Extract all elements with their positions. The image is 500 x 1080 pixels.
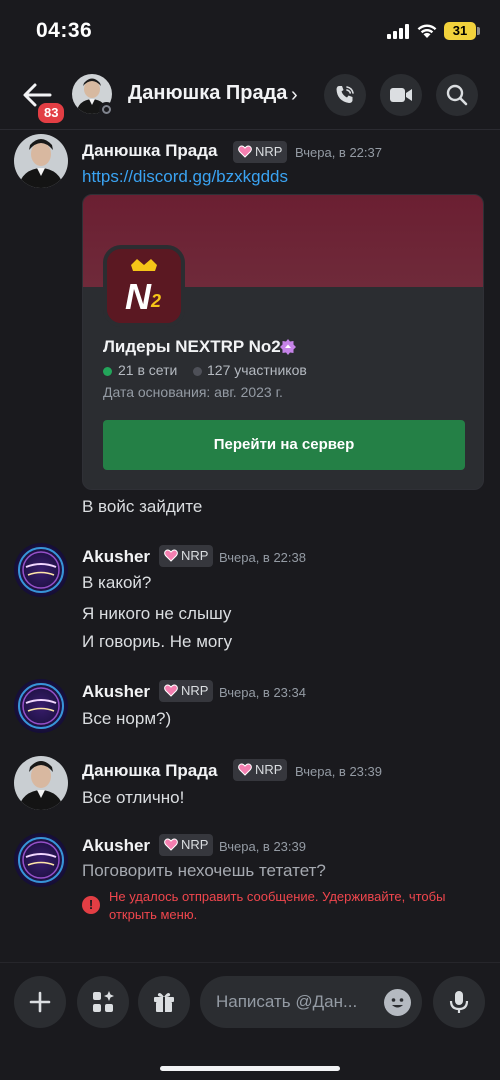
- voice-call-button[interactable]: [324, 74, 366, 116]
- tag-label: NRP: [181, 548, 209, 563]
- add-attachment-button[interactable]: [14, 976, 66, 1028]
- tag-label: NRP: [181, 683, 209, 698]
- dm-title[interactable]: Данюшка Прада: [128, 82, 287, 105]
- error-icon: !: [82, 896, 100, 914]
- founded-date: Дата основания: авг. 2023 г.: [103, 384, 283, 400]
- server-invite-card: N 2 Лидеры NEXTRP No2 21 в сети 127 учас…: [82, 194, 484, 490]
- message-author[interactable]: Akusher: [82, 836, 150, 856]
- message-input[interactable]: [216, 976, 366, 1028]
- search-icon: [446, 84, 468, 106]
- join-server-button[interactable]: Перейти на сервер: [103, 420, 465, 470]
- server-name: Лидеры NEXTRP No2: [103, 337, 281, 356]
- heart-icon: [164, 549, 178, 562]
- online-count: 21 в сети: [118, 362, 178, 378]
- home-indicator[interactable]: [160, 1066, 340, 1071]
- nrp-tag: NRP: [233, 759, 288, 781]
- message-author[interactable]: Данюшка Прада: [82, 141, 218, 161]
- chevron-right-icon[interactable]: ›: [291, 84, 298, 107]
- member-count: 127 участников: [207, 362, 307, 378]
- message-text: В какой?: [82, 573, 152, 592]
- user-avatar[interactable]: [14, 134, 68, 188]
- error-text: Не удалось отправить сообщение. Удержива…: [109, 889, 446, 922]
- tag-label: NRP: [255, 144, 283, 159]
- message-composer: [0, 962, 500, 1080]
- invite-link[interactable]: https://discord.gg/bzxkgdds: [82, 167, 288, 187]
- wifi-icon: [417, 24, 437, 38]
- user-avatar[interactable]: [14, 679, 68, 733]
- tag-label: NRP: [181, 837, 209, 852]
- user-avatar[interactable]: [14, 756, 68, 810]
- message-text: Я никого не слышу: [82, 604, 232, 623]
- smiley-icon: [391, 998, 404, 1008]
- signal-icon: [387, 24, 409, 39]
- message-timestamp: Вчера, в 23:34: [219, 685, 306, 700]
- battery-indicator: 31: [444, 22, 476, 40]
- verified-flower-icon: [280, 339, 296, 355]
- plus-icon: [29, 991, 51, 1013]
- message-input-container: [200, 976, 422, 1028]
- message-text: Все отлично!: [82, 788, 185, 807]
- message-author[interactable]: Данюшка Прада: [82, 761, 218, 781]
- nrp-tag: NRP: [233, 141, 288, 163]
- server-icon: N 2: [103, 245, 185, 327]
- gift-icon: [154, 993, 174, 1012]
- nrp-tag: NRP: [159, 834, 214, 856]
- heart-icon: [238, 145, 252, 158]
- apps-icon: [93, 991, 114, 1012]
- heart-icon: [238, 763, 252, 776]
- video-camera-icon: [390, 88, 412, 102]
- unread-badge: 83: [35, 100, 68, 126]
- status-bar: 04:36 31: [0, 0, 500, 62]
- svg-text:2: 2: [150, 291, 161, 311]
- user-avatar[interactable]: [14, 833, 68, 887]
- search-button[interactable]: [436, 74, 478, 116]
- status-time: 04:36: [36, 19, 93, 42]
- tag-label: NRP: [255, 762, 283, 777]
- emoji-button[interactable]: [384, 989, 411, 1016]
- message-timestamp: Вчера, в 22:37: [295, 145, 382, 160]
- svg-text:N: N: [125, 276, 152, 317]
- battery-tip: [477, 27, 480, 35]
- online-dot: [103, 367, 112, 376]
- message-timestamp: Вчера, в 23:39: [295, 764, 382, 779]
- members-dot: [193, 367, 202, 376]
- phone-icon: [336, 86, 354, 103]
- message-author[interactable]: Akusher: [82, 682, 150, 702]
- message-author[interactable]: Akusher: [82, 547, 150, 567]
- microphone-icon: [449, 991, 469, 1013]
- heart-icon: [164, 838, 178, 851]
- message-text: Все норм?): [82, 709, 172, 728]
- channel-header: 83 Данюшка Прада ›: [0, 62, 500, 130]
- message-text: И говориь. Не могу: [82, 632, 233, 651]
- nrp-tag: NRP: [159, 680, 214, 702]
- apps-button[interactable]: [77, 976, 129, 1028]
- nrp-tag: NRP: [159, 545, 214, 567]
- message-text: В войс зайдите: [82, 497, 203, 516]
- message-timestamp: Вчера, в 22:38: [219, 550, 306, 565]
- offline-status-icon: [99, 102, 114, 117]
- gift-button[interactable]: [138, 976, 190, 1028]
- heart-icon: [164, 684, 178, 697]
- voice-message-button[interactable]: [433, 976, 485, 1028]
- user-avatar[interactable]: [14, 543, 68, 597]
- video-call-button[interactable]: [380, 74, 422, 116]
- message-timestamp: Вчера, в 23:39: [219, 839, 306, 854]
- failed-message-text[interactable]: Поговорить нехочешь тетатет?: [82, 861, 326, 881]
